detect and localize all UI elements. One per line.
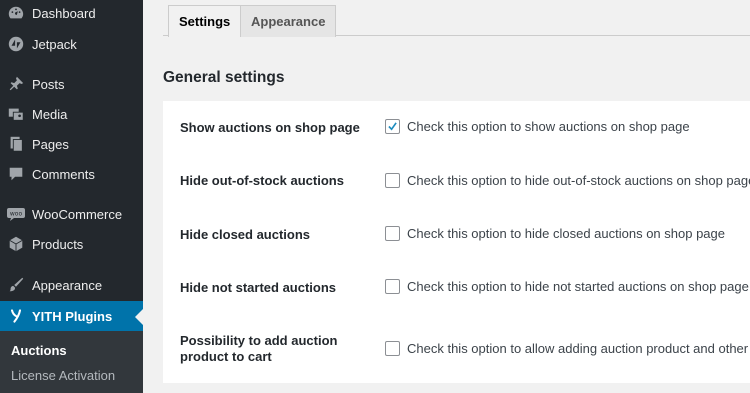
comments-icon	[0, 165, 32, 183]
sidebar-item-label: Posts	[32, 76, 65, 92]
hide-not-started-checkbox[interactable]	[385, 279, 400, 294]
sidebar-item-yith-plugins[interactable]: YITH Plugins	[0, 301, 143, 331]
pin-icon	[0, 75, 32, 93]
settings-panel: Show auctions on shop page Check this op…	[163, 101, 750, 383]
setting-description: Check this option to show auctions on sh…	[407, 119, 690, 134]
sidebar-item-products[interactable]: Products	[0, 229, 143, 259]
show-auctions-checkbox[interactable]	[385, 119, 400, 134]
sidebar-item-label: WooCommerce	[32, 206, 123, 222]
sidebar-item-label: Products	[32, 236, 84, 252]
setting-description: Check this option to hide not started au…	[407, 279, 749, 294]
tab-appearance[interactable]: Appearance	[240, 5, 337, 37]
sidebar-item-jetpack[interactable]: Jetpack	[0, 29, 143, 59]
setting-description: Check this option to allow adding auctio…	[407, 341, 750, 356]
svg-text:woo: woo	[10, 211, 23, 218]
sidebar-item-appearance[interactable]: Appearance	[0, 270, 143, 300]
dashboard-icon	[0, 4, 32, 22]
products-box-icon	[0, 235, 32, 253]
tab-settings[interactable]: Settings	[168, 5, 242, 37]
jetpack-icon	[0, 35, 32, 53]
sidebar-item-posts[interactable]: Posts	[0, 69, 143, 99]
setting-label: Show auctions on shop page	[180, 120, 360, 135]
sidebar-item-label: Comments	[32, 166, 95, 182]
sidebar-item-label: Dashboard	[32, 5, 96, 21]
hide-out-of-stock-checkbox[interactable]	[385, 173, 400, 188]
add-to-cart-checkbox[interactable]	[385, 341, 400, 356]
sidebar-submenu: Auctions License Activation	[0, 331, 143, 393]
yith-logo-icon	[0, 308, 32, 324]
sidebar-item-label: Jetpack	[32, 36, 77, 52]
setting-label: Hide closed auctions	[180, 227, 311, 242]
media-icon	[0, 105, 32, 123]
setting-description: Check this option to hide out-of-stock a…	[407, 173, 750, 188]
setting-label: Possibility to add auction product to ca…	[180, 333, 338, 364]
setting-label: Hide not started auctions	[180, 280, 337, 295]
sidebar-item-label: Appearance	[32, 277, 103, 293]
sidebar-item-label: YITH Plugins	[32, 308, 113, 324]
submenu-item-auctions[interactable]: Auctions	[11, 343, 67, 358]
woocommerce-icon: woo	[0, 207, 32, 221]
section-title: General settings	[163, 69, 285, 86]
sidebar-item-comments[interactable]: Comments	[0, 159, 143, 189]
sidebar-item-media[interactable]: Media	[0, 99, 143, 129]
sidebar-item-dashboard[interactable]: Dashboard	[0, 0, 143, 28]
sidebar-item-woocommerce[interactable]: woo WooCommerce	[0, 199, 143, 229]
setting-label: Hide out-of-stock auctions	[180, 173, 344, 188]
sidebar-item-pages[interactable]: Pages	[0, 129, 143, 159]
setting-description: Check this option to hide closed auction…	[407, 226, 725, 241]
checkmark-icon	[388, 122, 397, 131]
sidebar-item-label: Media	[32, 106, 68, 122]
settings-tab-bar: Settings Appearance	[163, 0, 750, 37]
admin-sidebar: Dashboard Jetpack Posts Media Pages Comm…	[0, 0, 143, 393]
pages-icon	[0, 135, 32, 153]
paintbrush-icon	[0, 276, 32, 294]
hide-closed-checkbox[interactable]	[385, 226, 400, 241]
submenu-item-license-activation[interactable]: License Activation	[11, 368, 115, 383]
sidebar-item-label: Pages	[32, 136, 69, 152]
